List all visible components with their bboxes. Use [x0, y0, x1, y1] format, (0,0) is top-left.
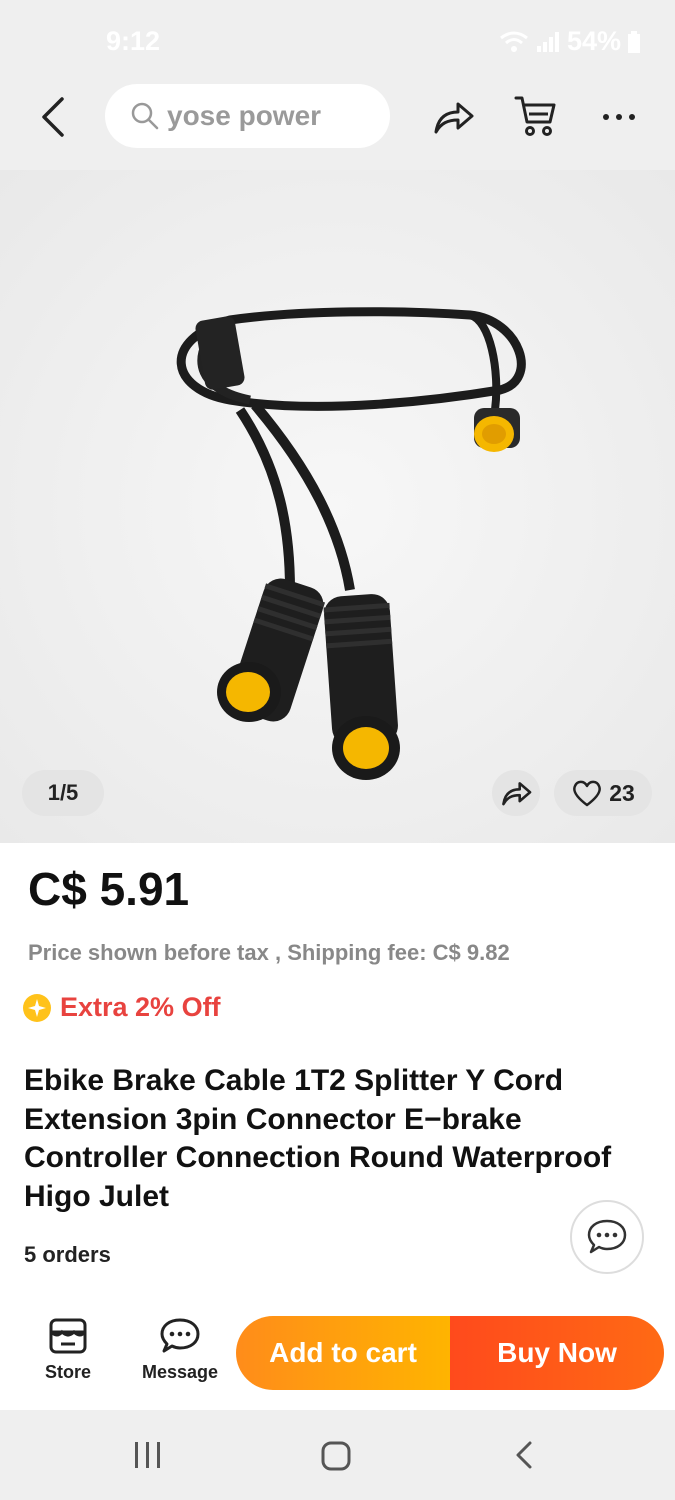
product-title: Ebike Brake Cable 1T2 Splitter Y Cord Ex… [24, 1064, 612, 1213]
status-time: 9:12 [106, 26, 161, 56]
orders-count: 5 orders [24, 1242, 111, 1267]
back-chevron-icon [516, 1441, 532, 1469]
back-button[interactable] [30, 94, 76, 140]
search-input[interactable]: yose power [105, 84, 390, 148]
recent-apps-icon [135, 1442, 160, 1468]
search-icon [131, 102, 159, 130]
cart-icon [514, 96, 556, 136]
more-icon [603, 114, 635, 120]
app-header: yose power [0, 84, 675, 170]
signal-icon [536, 31, 559, 52]
share-icon [502, 782, 532, 806]
chat-floating-button[interactable] [570, 1200, 644, 1274]
battery-icon [628, 30, 640, 53]
promo-text: Extra 2% Off [60, 992, 221, 1022]
message-button[interactable]: Message [136, 1316, 224, 1383]
status-indicators: 54% [499, 26, 641, 57]
share-button[interactable] [430, 94, 476, 140]
cart-button[interactable] [512, 92, 560, 140]
battery-level: 54% [566, 26, 621, 56]
sparkle-coin-icon [23, 993, 51, 1022]
home-button[interactable] [320, 1440, 352, 1472]
product-price: C$ 5.91 [28, 863, 190, 915]
more-options-button[interactable] [596, 94, 642, 140]
promo-badge: Extra 2% Off [22, 992, 221, 1023]
product-image-gallery[interactable]: 1/5 23 [0, 170, 675, 843]
search-placeholder: yose power [167, 100, 322, 131]
buy-now-button[interactable]: Buy Now [450, 1316, 664, 1390]
share-icon [434, 102, 474, 134]
wishlist-button[interactable]: 23 [554, 770, 652, 816]
chat-bubble-icon [587, 1219, 627, 1254]
heart-icon [573, 780, 602, 807]
store-label: Store [44, 1362, 91, 1382]
bottom-action-bar: Store Message Add to cart Buy Now [0, 1300, 675, 1410]
product-image [0, 170, 675, 843]
store-icon [49, 1318, 87, 1354]
wifi-icon [500, 31, 528, 52]
back-arrow-icon [42, 97, 64, 137]
gallery-share-button[interactable] [492, 770, 540, 816]
recent-apps-button[interactable] [132, 1440, 164, 1470]
store-button[interactable]: Store [28, 1316, 108, 1383]
like-count: 23 [609, 779, 635, 806]
status-bar: 9:12 54% [0, 0, 675, 84]
message-label: Message [141, 1362, 219, 1382]
message-icon [160, 1318, 200, 1353]
tax-shipping-note: Price shown before tax , Shipping fee: C… [28, 940, 510, 965]
system-back-button[interactable] [512, 1440, 536, 1470]
home-icon [321, 1441, 351, 1471]
add-to-cart-button[interactable]: Add to cart [236, 1316, 450, 1390]
image-page-indicator: 1/5 [22, 770, 104, 816]
system-navigation-bar [0, 1410, 675, 1500]
